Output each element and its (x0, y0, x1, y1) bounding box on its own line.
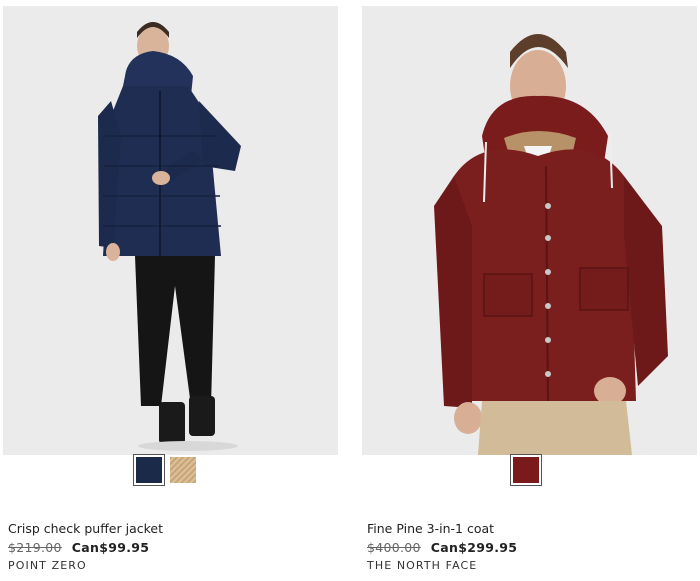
color-swatch-navy[interactable] (133, 454, 165, 486)
product-info-puffer: Crisp check puffer jacket $219.00 Can$99.… (8, 520, 163, 574)
product-photo-fine-pine[interactable] (362, 6, 697, 455)
sale-price: Can$99.95 (71, 540, 150, 555)
swatch-group-puffer (133, 454, 196, 493)
model-navy-puffer-illustration (3, 6, 338, 455)
swatch-group-fine-pine (510, 454, 542, 493)
product-prices: $219.00 Can$99.95 (8, 539, 163, 557)
product-name[interactable]: Fine Pine 3-in-1 coat (367, 520, 517, 538)
sale-price: Can$299.95 (430, 540, 518, 555)
original-price: $219.00 (8, 540, 62, 555)
product-prices: $400.00 Can$299.95 (367, 539, 517, 557)
product-brand[interactable]: THE NORTH FACE (367, 558, 517, 574)
product-card-puffer[interactable] (3, 6, 338, 455)
model-red-coat-illustration (362, 6, 697, 455)
product-brand[interactable]: POINT ZERO (8, 558, 163, 574)
product-card-fine-pine[interactable] (362, 6, 697, 455)
product-info-fine-pine: Fine Pine 3-in-1 coat $400.00 Can$299.95 … (367, 520, 517, 574)
product-grid: Crisp check puffer jacket $219.00 Can$99.… (0, 0, 700, 581)
product-photo-puffer[interactable] (3, 6, 338, 455)
color-swatch-tan[interactable] (170, 457, 196, 483)
color-swatch-red[interactable] (510, 454, 542, 486)
product-name[interactable]: Crisp check puffer jacket (8, 520, 163, 538)
original-price: $400.00 (367, 540, 421, 555)
